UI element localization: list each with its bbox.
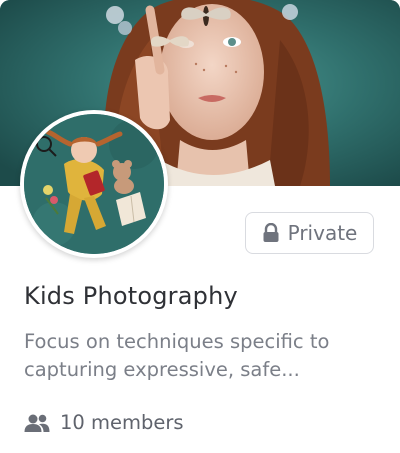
avatar-image [24, 114, 164, 254]
privacy-label: Private [287, 221, 358, 245]
group-card[interactable]: Private Kids Photography Focus on techni… [0, 0, 400, 453]
people-icon [24, 413, 50, 433]
member-count[interactable]: 10 members [24, 411, 184, 434]
group-avatar[interactable] [20, 110, 168, 258]
group-title[interactable]: Kids Photography [24, 282, 238, 310]
lock-icon [262, 223, 280, 243]
group-description: Focus on techniques specific to capturin… [24, 330, 330, 381]
privacy-badge: Private [245, 212, 374, 254]
member-count-label: 10 members [60, 411, 184, 434]
